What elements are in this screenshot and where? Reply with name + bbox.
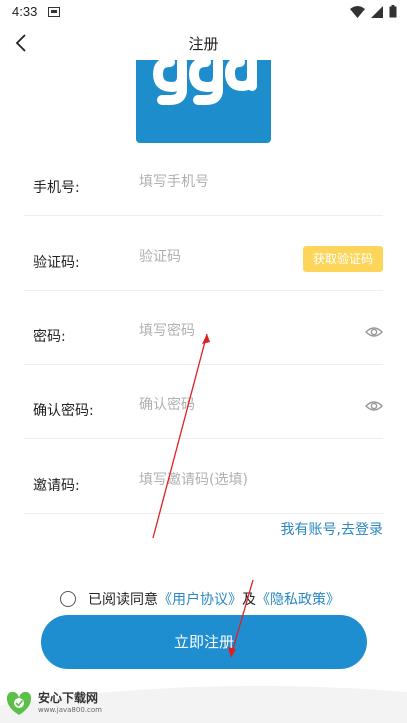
- wifi-icon: [350, 5, 365, 22]
- password-row: 密码:: [24, 304, 383, 365]
- agreement-radio[interactable]: [60, 591, 76, 607]
- phone-input[interactable]: [139, 167, 289, 197]
- agreement-and: 及: [242, 592, 256, 608]
- show-password-eye-icon[interactable]: [365, 324, 383, 338]
- sim-card-icon: [48, 6, 60, 21]
- show-confirm-password-eye-icon[interactable]: [365, 398, 383, 412]
- password-label: 密码:: [33, 329, 66, 345]
- invite-code-row: 邀请码:: [24, 453, 383, 514]
- invite-code-label: 邀请码:: [33, 478, 80, 494]
- status-bar: 4:33: [0, 0, 407, 24]
- status-time: 4:33: [12, 4, 38, 19]
- watermark-logo-icon: [6, 691, 32, 715]
- phone-row: 手机号:: [24, 155, 383, 216]
- signal-icon: [371, 5, 383, 22]
- privacy-policy-link[interactable]: 《隐私政策》: [256, 589, 340, 609]
- phone-label: 手机号:: [33, 180, 80, 196]
- user-agreement-link[interactable]: 《用户协议》: [158, 589, 242, 609]
- get-code-button[interactable]: 获取验证码: [303, 246, 383, 272]
- watermark-title: 安心下载网: [38, 691, 99, 705]
- battery-icon: [389, 5, 397, 22]
- verification-code-input[interactable]: [139, 242, 289, 272]
- verification-code-row: 验证码: 获取验证码: [24, 230, 383, 291]
- watermark: 安心下载网 www.java800.com: [4, 688, 102, 718]
- register-button[interactable]: 立即注册: [41, 615, 367, 669]
- page-title: 注册: [188, 35, 219, 53]
- confirm-password-label: 确认密码:: [33, 403, 94, 419]
- confirm-password-row: 确认密码:: [24, 378, 383, 439]
- nav-bar: 注册: [0, 26, 407, 60]
- login-link[interactable]: 我有账号,去登录: [281, 519, 383, 539]
- invite-code-input[interactable]: [139, 465, 319, 495]
- verification-code-label: 验证码:: [33, 255, 80, 271]
- agreement-prefix: 已阅读同意: [88, 592, 158, 608]
- confirm-password-input[interactable]: [139, 390, 289, 420]
- password-input[interactable]: [139, 316, 289, 346]
- watermark-url: www.java800.com: [38, 706, 102, 714]
- agreement-row: 已阅读同意 《用户协议》 及 《隐私政策》: [60, 589, 340, 609]
- app-logo: [136, 60, 271, 143]
